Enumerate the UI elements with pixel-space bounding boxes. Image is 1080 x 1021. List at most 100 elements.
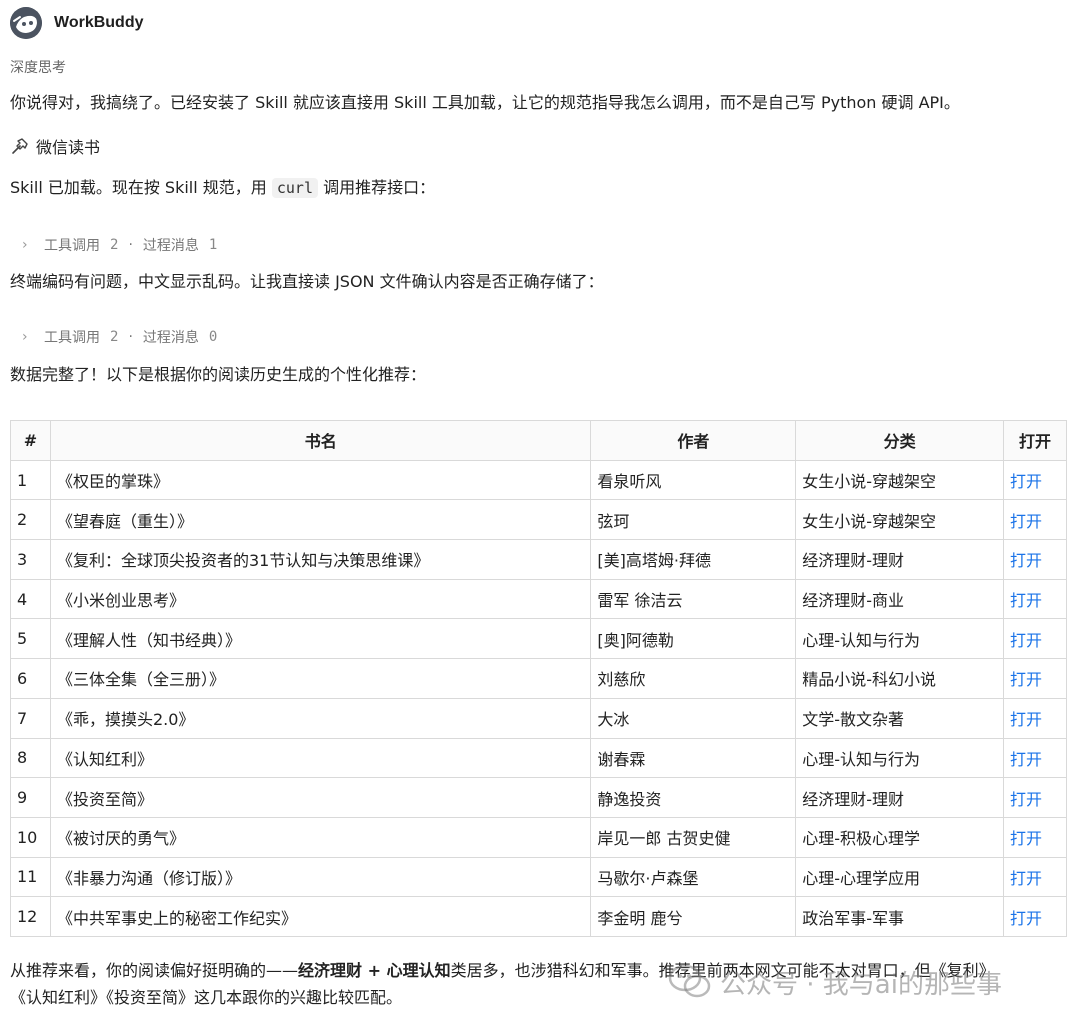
summary-part1: 从推荐来看，你的阅读偏好挺明确的—— bbox=[10, 961, 299, 980]
cell-index: 3 bbox=[10, 539, 51, 580]
cell-category: 政治军事-军事 bbox=[795, 896, 1005, 937]
cell-index: 8 bbox=[10, 737, 51, 779]
assistant-header: WorkBuddy bbox=[10, 6, 143, 40]
summary-part2: 类居多，也涉猎科幻和军事。推荐里前两本网文可能不太对胃口，但《复利》 bbox=[450, 961, 995, 980]
process-msgs-label: 过程消息 bbox=[142, 330, 199, 346]
tool-calls-collapsed-1[interactable]: › 工具调用 2 · 过程消息 1 bbox=[22, 235, 217, 255]
open-link[interactable]: 打开 bbox=[1003, 499, 1067, 541]
table-row: 11 《非暴力沟通（修订版）》 马歇尔·卢森堡 心理-心理学应用 打开 bbox=[10, 856, 1067, 898]
open-link[interactable]: 打开 bbox=[1003, 539, 1067, 580]
process-msgs-count: 1 bbox=[208, 237, 218, 253]
p2-text-after: 调用推荐接口： bbox=[318, 178, 436, 197]
tool-calls-count: 2 bbox=[110, 329, 119, 345]
tool-calls-collapsed-2[interactable]: › 工具调用 2 · 过程消息 0 bbox=[22, 327, 217, 347]
recommendation-table: # 书名 作者 分类 打开 1 《权臣的掌珠》 看泉听风 女生小说-穿越架空 打开 2 《望… bbox=[10, 420, 1067, 937]
cell-index: 9 bbox=[10, 777, 51, 818]
cell-author: 雷军 徐洁云 bbox=[590, 578, 797, 620]
cell-title: 《被讨厌的勇气》 bbox=[49, 816, 592, 858]
summary-line2: 《认知红利》《投资至简》这几本跟你的兴趣比较匹配。 bbox=[10, 988, 403, 1007]
table-header-row: # 书名 作者 分类 打开 bbox=[10, 420, 1067, 461]
cell-category: 经济理财-理财 bbox=[795, 539, 1005, 580]
open-link[interactable]: 打开 bbox=[1003, 618, 1067, 660]
table-row: 1 《权臣的掌珠》 看泉听风 女生小说-穿越架空 打开 bbox=[10, 459, 1067, 501]
workbuddy-logo-icon bbox=[10, 7, 42, 39]
col-header-index: # bbox=[10, 420, 51, 461]
open-link[interactable]: 打开 bbox=[1003, 737, 1067, 779]
chevron-right-icon: › bbox=[22, 329, 28, 345]
message-paragraph-3: 终端编码有问题，中文显示乱码。让我直接读 JSON 文件确认内容是否正确存储了： bbox=[10, 272, 604, 291]
cell-index: 7 bbox=[10, 697, 51, 739]
separator-dot: · bbox=[128, 237, 133, 253]
cell-title: 《认知红利》 bbox=[49, 737, 592, 779]
hammer-icon bbox=[12, 138, 28, 154]
open-link[interactable]: 打开 bbox=[1003, 777, 1067, 818]
cell-title: 《理解人性（知书经典）》 bbox=[49, 618, 592, 660]
cell-title: 《非暴力沟通（修订版）》 bbox=[49, 856, 592, 898]
col-header-title: 书名 bbox=[49, 420, 592, 461]
separator-dot: · bbox=[128, 329, 133, 345]
cell-title: 《权臣的掌珠》 bbox=[49, 459, 592, 501]
cell-index: 11 bbox=[10, 856, 51, 898]
cell-category: 精品小说-科幻小说 bbox=[795, 658, 1005, 699]
col-header-open: 打开 bbox=[1003, 420, 1067, 461]
cell-category: 女生小说-穿越架空 bbox=[795, 499, 1005, 541]
deep-thinking-toggle[interactable]: 深度思考 bbox=[10, 57, 66, 77]
table-body: 1 《权臣的掌珠》 看泉听风 女生小说-穿越架空 打开 2 《望春庭（重生）》 弦珂 女生小说-… bbox=[10, 459, 1067, 937]
tool-calls-label: 工具调用 bbox=[44, 330, 100, 346]
cell-index: 12 bbox=[10, 896, 51, 937]
cell-title: 《投资至简》 bbox=[49, 777, 592, 818]
cell-category: 心理-认知与行为 bbox=[795, 737, 1005, 779]
table-row: 3 《复利：全球顶尖投资者的31节认知与决策思维课》 [美]高塔姆·拜德 经济理财-理… bbox=[10, 539, 1067, 580]
cell-category: 文学-散文杂著 bbox=[795, 697, 1005, 739]
col-header-category: 分类 bbox=[795, 420, 1005, 461]
cell-author: 大冰 bbox=[590, 697, 797, 739]
open-link[interactable]: 打开 bbox=[1003, 459, 1067, 501]
cell-author: 李金明 鹿兮 bbox=[590, 896, 797, 937]
cell-index: 10 bbox=[10, 816, 51, 858]
cell-index: 6 bbox=[10, 658, 51, 699]
summary-bold: 经济理财 + 心理认知 bbox=[298, 961, 451, 980]
open-link[interactable]: 打开 bbox=[1003, 658, 1067, 699]
cell-category: 心理-心理学应用 bbox=[795, 856, 1005, 898]
cell-author: [美]高塔姆·拜德 bbox=[590, 539, 797, 580]
app-name: WorkBuddy bbox=[54, 14, 144, 31]
cell-index: 4 bbox=[10, 578, 51, 620]
skill-loaded-row[interactable]: 微信读书 bbox=[10, 134, 100, 158]
message-paragraph-1: 你说得对，我搞绕了。已经安装了 Skill 就应该直接用 Skill 工具加载，… bbox=[10, 93, 960, 112]
cell-title: 《三体全集（全三册）》 bbox=[49, 658, 592, 699]
message-paragraph-2: Skill 已加载。现在按 Skill 规范，用 curl 调用推荐接口： bbox=[10, 177, 435, 199]
cell-index: 2 bbox=[10, 499, 51, 541]
cell-title: 《乖，摸摸头2.0》 bbox=[49, 697, 592, 739]
table-row: 4 《小米创业思考》 雷军 徐洁云 经济理财-商业 打开 bbox=[10, 578, 1067, 620]
message-paragraph-4: 数据完整了！以下是根据你的阅读历史生成的个性化推荐： bbox=[10, 365, 427, 384]
cell-index: 1 bbox=[10, 459, 51, 501]
cell-category: 经济理财-商业 bbox=[795, 578, 1005, 620]
open-link[interactable]: 打开 bbox=[1003, 856, 1067, 898]
cell-author: 岸见一郎 古贺史健 bbox=[590, 816, 797, 858]
table-row: 8 《认知红利》 谢春霖 心理-认知与行为 打开 bbox=[10, 737, 1067, 779]
tool-calls-label: 工具调用 bbox=[44, 238, 100, 254]
table-row: 10 《被讨厌的勇气》 岸见一郎 古贺史健 心理-积极心理学 打开 bbox=[10, 816, 1067, 858]
cell-category: 女生小说-穿越架空 bbox=[795, 459, 1005, 501]
tool-calls-count: 2 bbox=[110, 237, 119, 253]
open-link[interactable]: 打开 bbox=[1003, 578, 1067, 620]
table-row: 2 《望春庭（重生）》 弦珂 女生小说-穿越架空 打开 bbox=[10, 499, 1067, 541]
cell-author: 刘慈欣 bbox=[590, 658, 797, 699]
skill-name: 微信读书 bbox=[36, 138, 101, 157]
summary-paragraph: 从推荐来看，你的阅读偏好挺明确的——经济理财 + 心理认知类居多，也涉猎科幻和军… bbox=[10, 957, 1070, 1011]
cell-author: 看泉听风 bbox=[590, 459, 797, 501]
cell-author: 马歇尔·卢森堡 bbox=[590, 856, 797, 898]
open-link[interactable]: 打开 bbox=[1003, 896, 1067, 937]
table-row: 12 《中共军事史上的秘密工作纪实》 李金明 鹿兮 政治军事-军事 打开 bbox=[10, 896, 1067, 937]
table-row: 7 《乖，摸摸头2.0》 大冰 文学-散文杂著 打开 bbox=[10, 697, 1067, 739]
open-link[interactable]: 打开 bbox=[1003, 697, 1067, 739]
cell-title: 《中共军事史上的秘密工作纪实》 bbox=[49, 896, 592, 937]
chevron-right-icon: › bbox=[22, 237, 28, 253]
table-row: 5 《理解人性（知书经典）》 [奥]阿德勒 心理-认知与行为 打开 bbox=[10, 618, 1067, 660]
process-msgs-count: 0 bbox=[208, 329, 218, 345]
table-row: 9 《投资至简》 静逸投资 经济理财-理财 打开 bbox=[10, 777, 1067, 818]
cell-author: 弦珂 bbox=[590, 499, 797, 541]
open-link[interactable]: 打开 bbox=[1003, 816, 1067, 858]
table-row: 6 《三体全集（全三册）》 刘慈欣 精品小说-科幻小说 打开 bbox=[10, 658, 1067, 699]
cell-author: 静逸投资 bbox=[590, 777, 797, 818]
